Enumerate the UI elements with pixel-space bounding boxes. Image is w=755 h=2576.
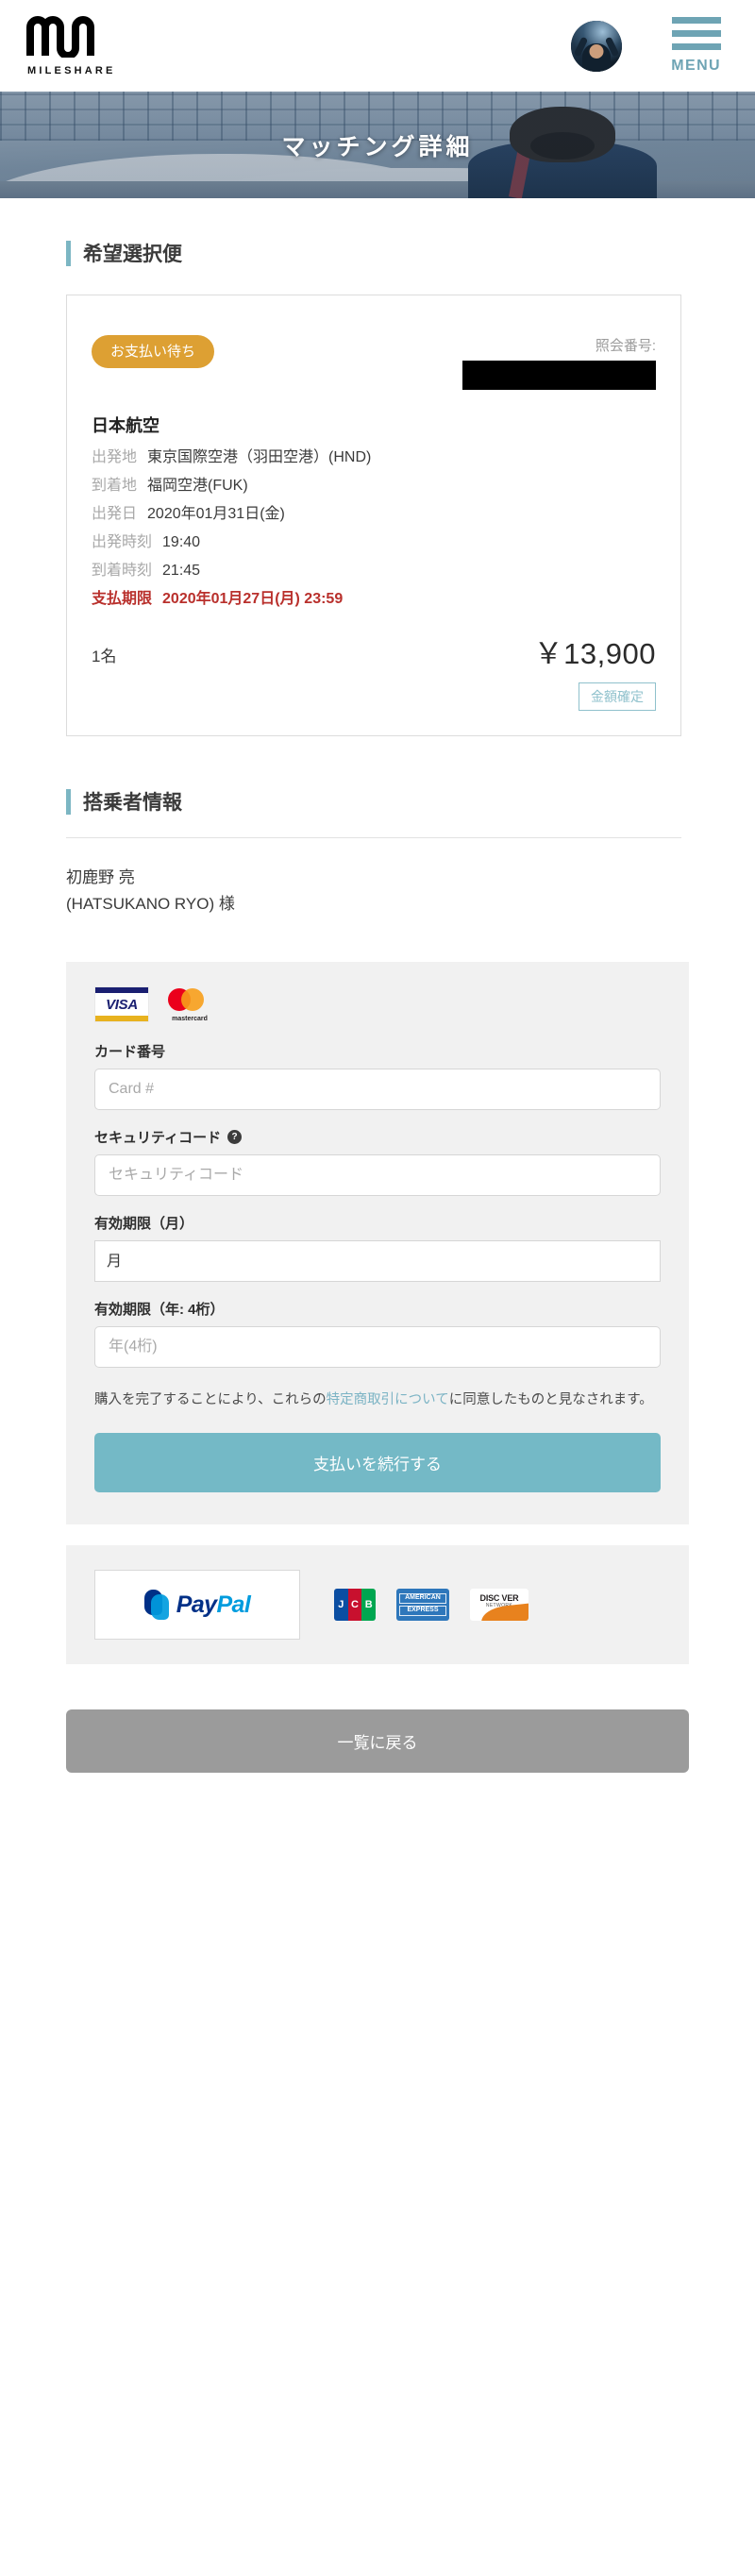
visa-logo: VISA bbox=[94, 986, 149, 1023]
brand-wordmark: MILESHARE bbox=[27, 64, 116, 76]
flight-detail-row: 到着地 福岡空港(FUK) bbox=[92, 479, 656, 494]
card-number-input[interactable] bbox=[94, 1069, 661, 1111]
detail-value: 福岡空港(FUK) bbox=[147, 478, 248, 494]
avatar-head bbox=[589, 43, 604, 59]
security-code-label-text: セキュリティコード bbox=[94, 1130, 222, 1147]
terms-text: 購入を完了することにより、これらの特定商取引についてに同意したものと見なされます… bbox=[94, 1389, 661, 1412]
section-accent-bar bbox=[66, 788, 71, 815]
expiry-month-select[interactable]: 月 bbox=[94, 1240, 661, 1283]
mastercard-logo: mastercard bbox=[162, 986, 217, 1022]
avatar[interactable] bbox=[571, 20, 623, 72]
card-number-label-text: カード番号 bbox=[94, 1044, 166, 1061]
submit-payment-button[interactable]: 支払いを続行する bbox=[94, 1433, 661, 1492]
page-title: マッチング詳細 bbox=[281, 133, 474, 160]
terms-suffix: に同意したものと見なされます。 bbox=[448, 1392, 653, 1408]
paypal-panel: PayPal J C B AMERICAN EXPRESS DISC VER N… bbox=[66, 1545, 689, 1664]
brand-logo[interactable]: MILESHARE bbox=[26, 15, 116, 76]
payment-deadline-label: 支払期限 bbox=[92, 591, 153, 607]
reference-label: 照会番号: bbox=[595, 338, 656, 354]
detail-label: 到着地 bbox=[92, 478, 138, 494]
price-amount: ￥13,900 bbox=[533, 637, 656, 670]
hero-banner: マッチング詳細 bbox=[0, 92, 755, 198]
paypal-wordmark: PayPal bbox=[176, 1591, 251, 1619]
payment-form-panel: VISA mastercard カード番号 セキュリティコード ? 有効期限（月… bbox=[66, 962, 689, 1524]
paypal-button[interactable]: PayPal bbox=[94, 1570, 300, 1640]
price-column: ￥13,900 金額確定 bbox=[534, 630, 656, 711]
detail-value: 東京国際空港（羽田空港）(HND) bbox=[147, 449, 372, 465]
section-accent-bar bbox=[66, 240, 71, 266]
accepted-card-brands: VISA mastercard bbox=[94, 986, 661, 1023]
payment-deadline-value: 2020年01月27日(月) 23:59 bbox=[162, 591, 344, 607]
status-badge: お支払い待ち bbox=[92, 335, 215, 368]
amex-line-2: EXPRESS bbox=[399, 1606, 446, 1616]
detail-label: 出発日 bbox=[92, 506, 138, 522]
passenger-section: 搭乗者情報 初鹿野 亮 (HATSUKANO RYO) 様 bbox=[0, 787, 755, 917]
expiry-year-label: 有効期限（年: 4桁） bbox=[94, 1299, 661, 1319]
passenger-name-ja: 初鹿野 亮 bbox=[66, 868, 135, 886]
flight-detail-row: 出発地 東京国際空港（羽田空港）(HND) bbox=[92, 450, 656, 465]
flight-detail-row: 出発時刻 19:40 bbox=[92, 535, 656, 550]
mastercard-logo-text: mastercard bbox=[172, 1016, 208, 1023]
page-content: 希望選択便 お支払い待ち 照会番号: 日本航空 出発地 東京国際空港（羽田空港）… bbox=[0, 239, 755, 1829]
mileshare-wave-logo bbox=[26, 15, 100, 62]
question-mark-icon[interactable]: ? bbox=[227, 1130, 243, 1145]
paypal-word-pay: Pay bbox=[176, 1591, 217, 1618]
amex-line-1: AMERICAN bbox=[399, 1593, 446, 1604]
menu-label: MENU bbox=[671, 58, 721, 74]
paypal-logo bbox=[143, 1590, 170, 1620]
expiry-year-input[interactable] bbox=[94, 1326, 661, 1369]
header-actions: MENU bbox=[571, 17, 721, 75]
expiry-year-label-text: 有効期限（年: 4桁） bbox=[94, 1302, 225, 1319]
detail-label: 出発時刻 bbox=[92, 534, 153, 550]
terms-link[interactable]: 特定商取引について bbox=[327, 1392, 449, 1407]
price-row: 1名 ￥13,900 金額確定 bbox=[92, 630, 656, 711]
flight-section-title-text: 希望選択便 bbox=[83, 244, 182, 265]
flight-detail-row: 出発日 2020年01月31日(金) bbox=[92, 507, 656, 522]
reference-block: 照会番号: bbox=[462, 335, 656, 390]
payment-deadline-row: 支払期限 2020年01月27日(月) 23:59 bbox=[92, 592, 656, 607]
passenger-name-en: (HATSUKANO RYO) 様 bbox=[66, 894, 235, 913]
reference-value-redacted bbox=[462, 361, 656, 390]
paypal-word-pal: Pal bbox=[216, 1591, 251, 1618]
detail-value: 21:45 bbox=[162, 563, 201, 579]
security-code-input[interactable] bbox=[94, 1154, 661, 1197]
card-number-label: カード番号 bbox=[94, 1041, 661, 1061]
jcb-letter-c: C bbox=[347, 1589, 362, 1621]
flight-section-title: 希望選択便 bbox=[66, 239, 755, 267]
flight-card[interactable]: お支払い待ち 照会番号: 日本航空 出発地 東京国際空港（羽田空港）(HND) … bbox=[66, 295, 681, 736]
footer-actions: 一覧に戻る bbox=[0, 1664, 755, 1829]
passenger-count: 1名 bbox=[92, 648, 117, 665]
menu-button[interactable]: MENU bbox=[671, 17, 721, 75]
flight-detail-list: 出発地 東京国際空港（羽田空港）(HND) 到着地 福岡空港(FUK) 出発日 … bbox=[92, 450, 656, 607]
expiry-month-label: 有効期限（月） bbox=[94, 1213, 661, 1233]
airline-name: 日本航空 bbox=[92, 416, 159, 435]
jcb-letter-j: J bbox=[334, 1589, 348, 1621]
expiry-month-label-text: 有効期限（月） bbox=[94, 1216, 194, 1233]
visa-logo-text: VISA bbox=[106, 996, 138, 1013]
passenger-name-block: 初鹿野 亮 (HATSUKANO RYO) 様 bbox=[66, 865, 681, 917]
detail-value: 2020年01月31日(金) bbox=[147, 506, 285, 522]
terms-prefix: 購入を完了することにより、これらの bbox=[94, 1392, 327, 1408]
flight-detail-row: 到着時刻 21:45 bbox=[92, 564, 656, 579]
amex-logo: AMERICAN EXPRESS bbox=[396, 1589, 449, 1621]
passenger-section-title-text: 搭乗者情報 bbox=[83, 792, 182, 814]
price-confirm-button[interactable]: 金額確定 bbox=[579, 682, 656, 711]
discover-line-1: DISC VER bbox=[479, 1593, 519, 1603]
jcb-letter-b: B bbox=[361, 1589, 377, 1621]
back-to-list-button[interactable]: 一覧に戻る bbox=[66, 1709, 689, 1773]
divider bbox=[66, 837, 681, 838]
site-header: MILESHARE MENU bbox=[0, 0, 755, 92]
discover-logo: DISC VER NETWORK bbox=[470, 1589, 528, 1621]
detail-value: 19:40 bbox=[162, 534, 201, 550]
passenger-section-title: 搭乗者情報 bbox=[66, 787, 755, 816]
jcb-logo: J C B bbox=[334, 1589, 377, 1621]
security-code-label: セキュリティコード ? bbox=[94, 1127, 661, 1147]
detail-label: 到着時刻 bbox=[92, 563, 153, 579]
alternate-card-brands: J C B AMERICAN EXPRESS DISC VER NETWORK bbox=[334, 1589, 528, 1621]
hamburger-menu-icon bbox=[671, 17, 721, 50]
flight-card-header: お支払い待ち 照会番号: bbox=[92, 335, 656, 390]
detail-label: 出発地 bbox=[92, 449, 138, 465]
